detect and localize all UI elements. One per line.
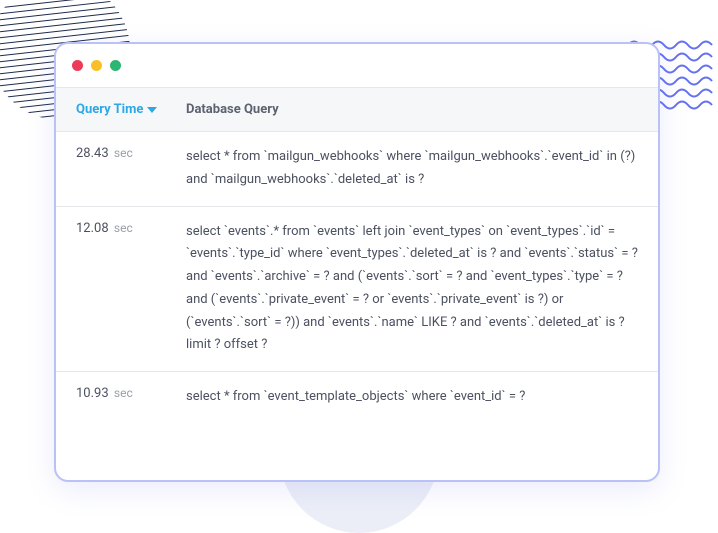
table-row: 12.08 sec select `events`.* from `events… [56,207,658,373]
column-header-query-time[interactable]: Query Time [56,102,186,117]
table-row: 28.43 sec select * from `mailgun_webhook… [56,132,658,207]
query-text-cell: select * from `mailgun_webhooks` where `… [186,146,658,192]
query-text-cell: select `events`.* from `events` left joi… [186,221,658,358]
table-row: 10.93 sec select * from `event_template_… [56,372,658,423]
query-time-value: 10.93 [76,386,109,401]
close-icon[interactable] [72,60,83,71]
query-time-cell: 28.43 sec [56,146,186,192]
query-time-cell: 10.93 sec [56,386,186,409]
app-window: Query Time Database Query 28.43 sec sele… [54,42,660,482]
titlebar [56,44,658,88]
time-unit: sec [114,221,133,235]
query-time-cell: 12.08 sec [56,221,186,358]
column-header-database-query[interactable]: Database Query [186,102,658,117]
minimize-icon[interactable] [91,60,102,71]
maximize-icon[interactable] [110,60,121,71]
sort-desc-icon [147,107,157,113]
column-header-time-label: Query Time [76,102,143,117]
column-header-query-label: Database Query [186,102,279,117]
query-time-value: 28.43 [76,146,109,161]
table-header: Query Time Database Query [56,88,658,132]
query-time-value: 12.08 [76,221,109,236]
query-text-cell: select * from `event_template_objects` w… [186,386,658,409]
time-unit: sec [114,386,133,400]
time-unit: sec [114,146,133,160]
